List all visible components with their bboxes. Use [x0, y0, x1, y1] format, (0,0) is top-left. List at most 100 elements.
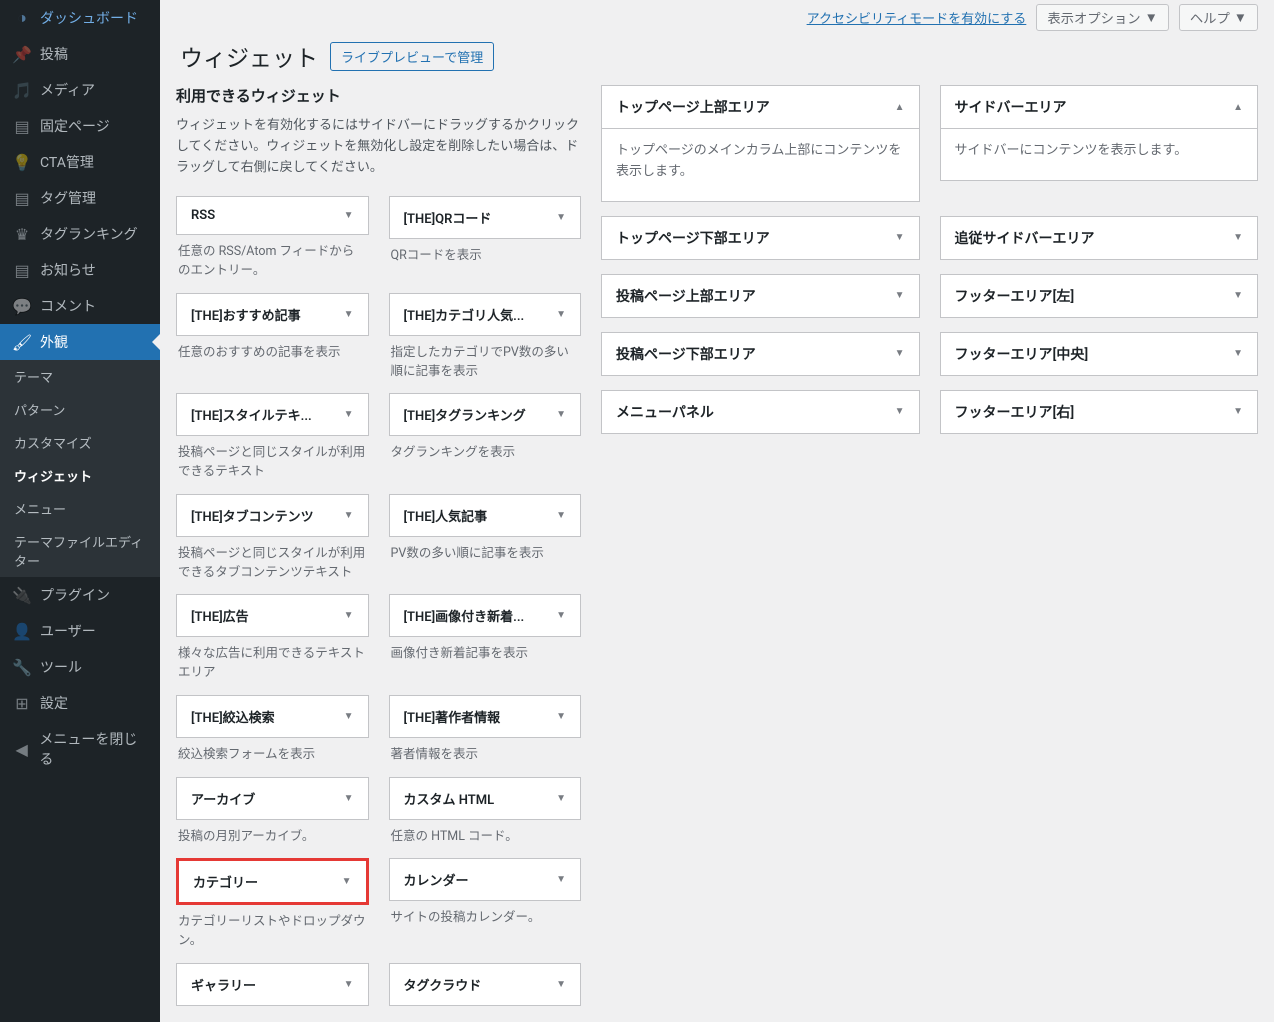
widget-desc: 任意のおすすめの記事を表示 [176, 344, 369, 365]
area-head[interactable]: サイドバーエリア▲ [941, 86, 1258, 129]
menu-cta[interactable]: 💡CTA管理 [0, 144, 160, 180]
menu-tags[interactable]: ▤タグ管理 [0, 180, 160, 216]
widget-head[interactable]: カテゴリー▼ [176, 858, 369, 905]
chevron-down-icon[interactable]: ▼ [895, 232, 905, 243]
menu-users[interactable]: 👤ユーザー [0, 613, 160, 649]
menu-pages[interactable]: ▤固定ページ [0, 108, 160, 144]
widget-head[interactable]: [THE]タグランキング ▼ [389, 393, 582, 436]
chevron-up-icon[interactable]: ▲ [895, 102, 905, 113]
screen-options-button[interactable]: 表示オプション ▼ [1036, 4, 1169, 31]
admin-sidebar: ◑ダッシュボード 📌投稿 🎵メディア ▤固定ページ 💡CTA管理 ▤タグ管理 ♛… [0, 0, 160, 1022]
widget-head[interactable]: RSS▼ [176, 196, 369, 235]
menu-tools[interactable]: 🔧ツール [0, 649, 160, 685]
widget-area: 投稿ページ下部エリア ▼ [601, 332, 920, 376]
submenu-menus[interactable]: メニュー [0, 492, 160, 525]
plug-icon: 🔌 [12, 585, 32, 605]
chevron-down-icon[interactable]: ▼ [895, 406, 905, 417]
help-button[interactable]: ヘルプ ▼ [1179, 4, 1258, 31]
area-head[interactable]: 投稿ページ下部エリア ▼ [602, 333, 919, 375]
submenu-customize[interactable]: カスタマイズ [0, 426, 160, 459]
page-icon: ▤ [12, 116, 32, 136]
widget-head[interactable]: タグクラウド▼ [389, 963, 582, 1006]
widget-head[interactable]: [THE]広告▼ [176, 594, 369, 637]
widget-head[interactable]: [THE]QRコード▼ [389, 196, 582, 239]
submenu-editor[interactable]: テーマファイルエディター [0, 525, 160, 577]
widget-title: [THE]著作者情報 [404, 707, 501, 726]
menu-notice[interactable]: ▤お知らせ [0, 252, 160, 288]
area-title: 投稿ページ下部エリア [616, 344, 756, 364]
chevron-down-icon[interactable]: ▼ [1233, 406, 1243, 417]
menu-media[interactable]: 🎵メディア [0, 72, 160, 108]
area-head[interactable]: 投稿ページ上部エリア▼ [602, 275, 919, 317]
widget-head[interactable]: アーカイブ▼ [176, 777, 369, 820]
widget-title: [THE]人気記事 [404, 506, 488, 525]
widget-title: [THE]タブコンテンツ [191, 506, 314, 525]
submenu-patterns[interactable]: パターン [0, 393, 160, 426]
area-head[interactable]: トップページ上部エリア▲ [602, 86, 919, 129]
menu-label: 外観 [40, 332, 68, 352]
menu-posts[interactable]: 📌投稿 [0, 36, 160, 72]
chevron-down-icon[interactable]: ▼ [895, 290, 905, 301]
widget-desc: PV数の多い順に記事を表示 [389, 545, 582, 566]
chevron-down-icon[interactable]: ▼ [1233, 348, 1243, 359]
available-widgets-section: 利用できるウィジェット ウィジェットを有効化するにはサイドバーにドラッグするかク… [176, 85, 581, 1006]
live-preview-button[interactable]: ライブプレビューで管理 [330, 42, 494, 71]
widget-head[interactable]: [THE]スタイルテキ...▼ [176, 393, 369, 436]
crown-icon: ♛ [12, 224, 32, 244]
widget-title: カスタム HTML [404, 789, 495, 808]
widget-head[interactable]: [THE]カテゴリ人気...▼ [389, 293, 582, 336]
available-widgets-desc: ウィジェットを有効化するにはサイドバーにドラッグするかクリックしてください。ウィ… [176, 116, 581, 178]
widget-title: [THE]おすすめ記事 [191, 305, 301, 324]
widget-area: フッターエリア[右]▼ [940, 390, 1259, 434]
menu-collapse[interactable]: ◀メニューを閉じる [0, 721, 160, 777]
widget-head[interactable]: [THE]画像付き新着...▼ [389, 594, 582, 637]
widget-head[interactable]: [THE]著作者情報 ▼ [389, 695, 582, 738]
menu-tagranking[interactable]: ♛タグランキング [0, 216, 160, 252]
chevron-down-icon[interactable]: ▼ [1233, 232, 1243, 243]
widget-head[interactable]: カスタム HTML▼ [389, 777, 582, 820]
area-head[interactable]: 追従サイドバーエリア▼ [941, 217, 1258, 259]
chevron-up-icon[interactable]: ▲ [1233, 102, 1243, 113]
chevron-down-icon: ▼ [556, 309, 566, 320]
menu-label: ユーザー [40, 621, 96, 641]
area-head[interactable]: メニューパネル▼ [602, 391, 919, 433]
widget-head[interactable]: ギャラリー▼ [176, 963, 369, 1006]
main-content: アクセシビリティモードを有効にする 表示オプション ▼ ヘルプ ▼ ウィジェット… [160, 0, 1274, 1022]
chevron-down-icon[interactable]: ▼ [895, 348, 905, 359]
area-head[interactable]: トップページ下部エリア▼ [602, 217, 919, 259]
widget-area: フッターエリア[中央] ▼ [940, 332, 1259, 376]
area-title: フッターエリア[中央] [955, 344, 1089, 364]
widget-head[interactable]: [THE]おすすめ記事▼ [176, 293, 369, 336]
widget-head[interactable]: [THE]絞込検索▼ [176, 695, 369, 738]
widget-head[interactable]: [THE]人気記事▼ [389, 494, 582, 537]
collapse-icon: ◀ [12, 739, 31, 759]
submenu-widgets[interactable]: ウィジェット [0, 459, 160, 492]
menu-label: ツール [40, 657, 82, 677]
chevron-down-icon: ▼ [556, 409, 566, 420]
widget-block: [THE]画像付き新着...▼画像付き新着記事を表示 [389, 594, 582, 685]
widget-title: タグクラウド [404, 975, 482, 994]
area-head[interactable]: フッターエリア[左]▼ [941, 275, 1258, 317]
widget-area: トップページ下部エリア▼ [601, 216, 920, 260]
widget-head[interactable]: カレンダー▼ [389, 858, 582, 901]
menu-appearance[interactable]: 🖌外観 [0, 324, 160, 360]
area-head[interactable]: フッターエリア[右]▼ [941, 391, 1258, 433]
chevron-down-icon: ▼ [556, 610, 566, 621]
a11y-link[interactable]: アクセシビリティモードを有効にする [807, 8, 1027, 27]
chevron-down-icon: ▼ [556, 711, 566, 722]
menu-dashboard[interactable]: ◑ダッシュボード [0, 0, 160, 36]
widget-title: [THE]タグランキング [404, 405, 526, 424]
chevron-down-icon[interactable]: ▼ [1233, 290, 1243, 301]
widget-block: [THE]カテゴリ人気...▼指定したカテゴリでPV数の多い順に記事を表示 [389, 293, 582, 384]
widget-title: ギャラリー [191, 975, 256, 994]
submenu-themes[interactable]: テーマ [0, 360, 160, 393]
widget-block: ギャラリー▼ [176, 963, 369, 1006]
area-head[interactable]: フッターエリア[中央] ▼ [941, 333, 1258, 375]
menu-comments[interactable]: 💬コメント [0, 288, 160, 324]
menu-settings[interactable]: ⊞設定 [0, 685, 160, 721]
chevron-down-icon: ▼ [344, 610, 354, 621]
menu-label: お知らせ [40, 260, 96, 280]
widget-head[interactable]: [THE]タブコンテンツ▼ [176, 494, 369, 537]
widget-area: メニューパネル▼ [601, 390, 920, 434]
menu-plugins[interactable]: 🔌プラグイン [0, 577, 160, 613]
